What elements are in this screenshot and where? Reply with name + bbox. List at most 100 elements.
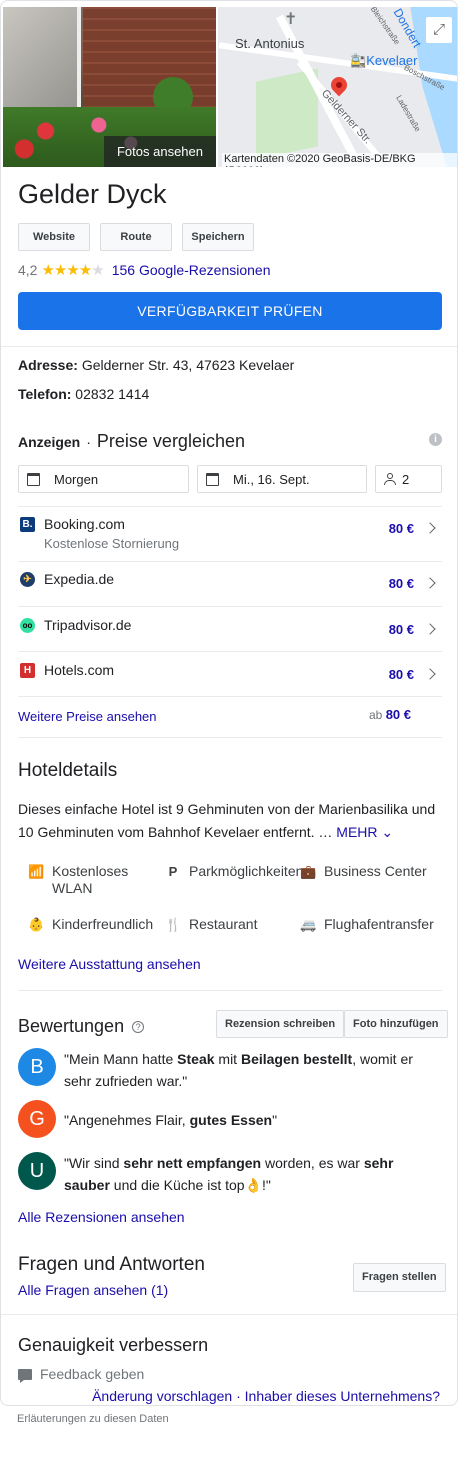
divider [18, 990, 442, 991]
more-amenities-link[interactable]: Weitere Ausstattung ansehen [18, 956, 201, 972]
offer-name: Hotels.com [44, 662, 115, 678]
owner-link[interactable]: Inhaber dieses Unternehmens? [245, 1388, 440, 1404]
avatar: G [18, 1100, 56, 1138]
divider [1, 1314, 457, 1315]
expand-map-icon[interactable]: ⤢ [426, 17, 452, 43]
feedback-button[interactable]: Feedback geben [18, 1366, 145, 1383]
booking-logo-icon: B. [20, 517, 35, 532]
offer-price: 80 € [388, 622, 414, 637]
knowledge-panel: Fotos ansehen ✝ St. Antonius 🚉Kevelaer D… [0, 0, 458, 1406]
briefcase-icon: 💼 [300, 864, 317, 879]
hotels-logo-icon: H [20, 663, 35, 678]
offer-row-booking[interactable]: B. Booking.com Kostenlose Stornierung 80… [18, 516, 442, 561]
guests-value: 2 [402, 471, 410, 487]
info-icon[interactable]: i [429, 433, 442, 446]
amenity-airport-shuttle: 🚐 Flughafentransfer [300, 916, 434, 932]
offer-price: 80 € [388, 576, 414, 591]
photo-brick-wall [83, 7, 216, 117]
restaurant-icon: 🍴 [165, 917, 182, 932]
data-info-link[interactable]: Erläuterungen zu diesen Daten [17, 1413, 169, 1425]
offer-row-tripadvisor[interactable]: oo Tripadvisor.de 80 € [18, 617, 442, 647]
from-label: ab [368, 708, 383, 722]
offer-row-hotels[interactable]: H Hotels.com 80 € [18, 662, 442, 692]
guests-field[interactable]: 2 [375, 465, 442, 493]
hotel-description: Dieses einfache Hotel ist 9 Gehminuten v… [18, 798, 442, 844]
divider [18, 506, 442, 507]
phone-label: Telefon: [18, 386, 72, 402]
view-photos-button[interactable]: Fotos ansehen [104, 136, 216, 167]
checkin-value: Morgen [54, 471, 99, 487]
divider [18, 606, 442, 607]
ask-question-button[interactable]: Fragen stellen [353, 1263, 446, 1292]
phone-value[interactable]: 02832 1414 [75, 386, 149, 402]
address-value[interactable]: Gelderner Str. 43, 47623 Kevelaer [82, 357, 294, 373]
person-icon [384, 473, 396, 485]
bottom-links: Änderung vorschlagen · Inhaber dieses Un… [92, 1388, 440, 1404]
avatar: U [18, 1152, 56, 1190]
hero: Fotos ansehen ✝ St. Antonius 🚉Kevelaer D… [1, 1, 457, 167]
divider [18, 696, 442, 697]
price-compare-title: Preise vergleichen [96, 431, 245, 451]
save-button[interactable]: Speichern [182, 223, 254, 251]
calendar-icon [206, 472, 219, 486]
feedback-icon [18, 1368, 32, 1383]
review-snippet[interactable]: G "Angenehmes Flair, gutes Essen" [18, 1100, 442, 1140]
offer-sub: Kostenlose Stornierung [44, 536, 180, 551]
review-snippet[interactable]: U "Wir sind sehr nett empfangen worden, … [18, 1152, 442, 1196]
amenity-parking: P Parkmöglichkeiten [165, 863, 304, 880]
wifi-icon: 📶 [28, 864, 45, 879]
address-row: Adresse: Gelderner Str. 43, 47623 Kevela… [18, 357, 294, 373]
map-label-ladestrasse: Ladestraße [394, 93, 423, 134]
rating-score: 4,2 [18, 262, 38, 278]
expedia-logo-icon: ✈ [20, 572, 35, 587]
train-station-icon: 🚉 [350, 53, 367, 68]
more-description-link[interactable]: MEHR ⌄ [336, 824, 393, 840]
chevron-right-icon [424, 668, 436, 680]
price-compare-heading: Anzeigen · Preise vergleichen [18, 431, 245, 452]
heading-separator: · [86, 434, 91, 450]
church-icon: ✝ [284, 11, 298, 28]
checkin-date-field[interactable]: Morgen [18, 465, 189, 493]
stroller-icon: 👶 [28, 917, 45, 932]
avatar: B [18, 1048, 56, 1086]
route-button[interactable]: Route [100, 223, 172, 251]
check-availability-button[interactable]: VERFÜGBARKEIT PRÜFEN [18, 292, 442, 330]
checkout-date-field[interactable]: Mi., 16. Sept. [197, 465, 367, 493]
write-review-button[interactable]: Rezension schreiben [216, 1010, 345, 1038]
action-buttons: Website Route Speichern [18, 223, 254, 251]
parking-icon: P [168, 864, 178, 879]
business-name: Gelder Dyck [18, 179, 167, 209]
calendar-icon [27, 472, 40, 486]
hotel-details-heading: Hoteldetails [18, 760, 118, 781]
offer-name: Expedia.de [44, 571, 115, 587]
help-icon[interactable]: ? [132, 1020, 145, 1033]
more-prices-link[interactable]: Weitere Preise ansehen [18, 709, 157, 724]
accuracy-heading: Genauigkeit verbessern [18, 1335, 209, 1355]
address-label: Adresse: [18, 357, 78, 373]
divider [18, 561, 442, 562]
ads-label: Anzeigen [18, 434, 81, 450]
review-snippet[interactable]: B "Mein Mann hatte Steak mit Beilagen be… [18, 1048, 442, 1092]
amenity-restaurant: 🍴 Restaurant [165, 916, 258, 932]
chevron-down-icon: ⌄ [381, 824, 394, 840]
suggest-edit-link[interactable]: Änderung vorschlagen [92, 1388, 232, 1404]
amenity-kid-friendly: 👶 Kinderfreundlich [28, 916, 154, 932]
reviews-heading: Bewertungen ? [18, 1016, 145, 1037]
feedback-label: Feedback geben [40, 1366, 145, 1382]
all-questions-link[interactable]: Alle Fragen ansehen (1) [18, 1282, 168, 1298]
map-park [256, 68, 318, 160]
offer-price: 80 € [388, 521, 414, 536]
shuttle-icon: 🚐 [300, 917, 317, 932]
amenity-wifi: 📶 Kostenloses WLAN [28, 863, 129, 896]
amenity-business-center: 💼 Business Center [300, 863, 427, 879]
map[interactable]: ✝ St. Antonius 🚉Kevelaer Dondert Bleichs… [218, 7, 457, 167]
website-button[interactable]: Website [18, 223, 90, 251]
reviews-link[interactable]: 156 Google-Rezensionen [112, 262, 271, 278]
map-credit: Kartendaten ©2020 GeoBasis-DE/BKG (©2009… [222, 153, 457, 167]
divider [18, 737, 442, 738]
offer-row-expedia[interactable]: ✈ Expedia.de 80 € [18, 571, 442, 601]
add-photo-button[interactable]: Foto hinzufügen [344, 1010, 448, 1038]
divider [18, 651, 442, 652]
link-separator: · [236, 1388, 241, 1404]
all-reviews-link[interactable]: Alle Rezensionen ansehen [18, 1209, 185, 1225]
